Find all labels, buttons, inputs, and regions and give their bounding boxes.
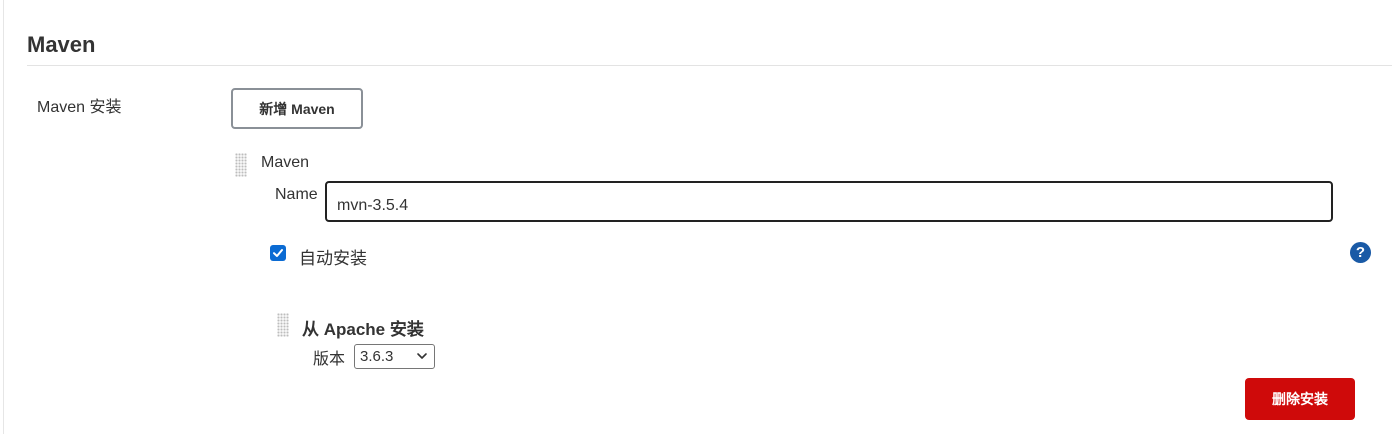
auto-install-label[interactable]: 自动安装: [299, 244, 367, 269]
question-mark-icon[interactable]: ?: [1350, 242, 1371, 263]
checkmark-icon: [273, 249, 283, 257]
installer-title: 从 Apache 安装: [302, 320, 424, 339]
left-border: [3, 0, 4, 434]
add-maven-button[interactable]: 新增 Maven: [231, 88, 363, 129]
drag-handle-icon[interactable]: [235, 153, 247, 177]
maven-installations-label: Maven 安装: [37, 99, 122, 116]
delete-installation-button[interactable]: 删除安装: [1245, 378, 1355, 420]
maven-config-page: Maven Maven 安装 新增 Maven Maven Name 自动安装 …: [0, 0, 1392, 434]
section-divider: [27, 65, 1392, 66]
section-title: Maven: [27, 32, 96, 57]
version-label: 版本: [313, 351, 346, 368]
version-selected-value: 3.6.3: [360, 348, 394, 365]
name-input[interactable]: [325, 181, 1333, 222]
chevron-down-icon: [417, 353, 427, 359]
version-select[interactable]: 3.6.3: [354, 344, 435, 369]
installation-title: Maven: [261, 154, 310, 171]
drag-handle-icon[interactable]: [277, 313, 289, 337]
auto-install-checkbox[interactable]: [270, 245, 286, 261]
name-label: Name: [275, 186, 318, 203]
